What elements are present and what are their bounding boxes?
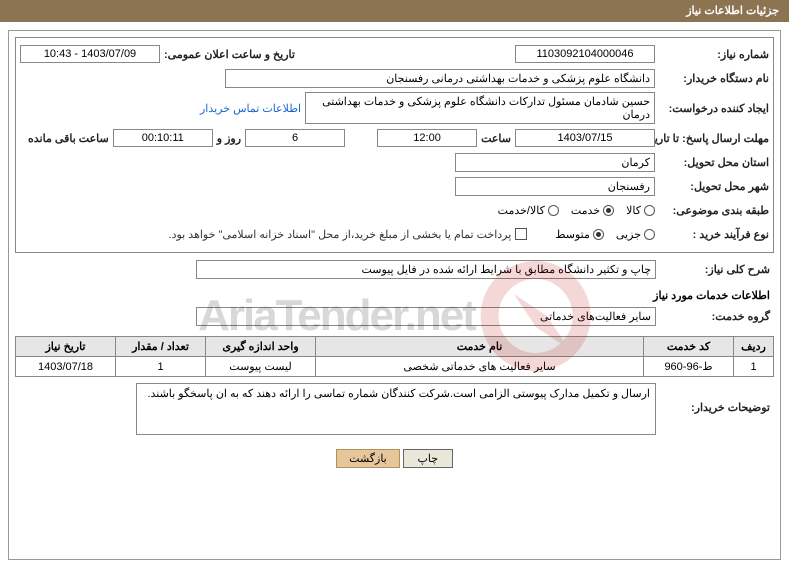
- label-province: استان محل تحویل:: [659, 156, 769, 169]
- cell-code: ط-96-960: [644, 357, 734, 377]
- page-title: جزئیات اطلاعات نیاز: [686, 5, 779, 17]
- process-radio-group: جزیی متوسط: [555, 228, 655, 241]
- label-requester: ایجاد کننده درخواست:: [659, 102, 769, 115]
- table-header-row: ردیف کد خدمت نام خدمت واحد اندازه گیری ت…: [16, 337, 774, 357]
- back-button[interactable]: بازگشت: [336, 449, 400, 468]
- page-container: جزئیات اطلاعات نیاز AriaTender.net شماره…: [0, 0, 789, 566]
- value-deadline-time: 12:00: [377, 129, 477, 147]
- cell-qty: 1: [116, 357, 206, 377]
- value-service-group: سایر فعالیت‌های خدماتی: [196, 307, 656, 326]
- value-requester: حسین شادمان مسئول تدارکات دانشگاه علوم پ…: [305, 92, 655, 124]
- category-radio-group: کالا خدمت کالا/خدمت: [498, 204, 655, 217]
- col-code: کد خدمت: [644, 337, 734, 357]
- service-group-section: گروه خدمت: سایر فعالیت‌های خدماتی: [15, 304, 774, 332]
- cell-unit: لیست پیوست: [206, 357, 316, 377]
- label-buyer-notes: توضیحات خریدار:: [660, 383, 770, 414]
- label-announce-datetime: تاریخ و ساعت اعلان عمومی:: [164, 48, 295, 61]
- value-city: رفسنجان: [455, 177, 655, 196]
- label-city: شهر محل تحویل:: [659, 180, 769, 193]
- title-needed-services: اطلاعات خدمات مورد نیاز: [19, 289, 770, 302]
- label-buyer-org: نام دستگاه خریدار:: [659, 72, 769, 85]
- value-buyer-org: دانشگاه علوم پزشکی و خدمات بهداشتی درمان…: [225, 69, 655, 88]
- cell-date: 1403/07/18: [16, 357, 116, 377]
- label-need-number: شماره نیاز:: [659, 48, 769, 61]
- cell-name: سایر فعالیت های خدماتی شخصی: [316, 357, 644, 377]
- radio-partial[interactable]: جزیی: [616, 228, 655, 241]
- value-general-desc: چاپ و تکثیر دانشگاه مطابق با شرایط ارائه…: [196, 260, 656, 279]
- label-service-group: گروه خدمت:: [660, 310, 770, 323]
- service-table-wrap: ردیف کد خدمت نام خدمت واحد اندازه گیری ت…: [15, 336, 774, 377]
- label-deadline: مهلت ارسال پاسخ: تا تاریخ:: [659, 132, 769, 145]
- value-time-left: 00:10:11: [113, 129, 213, 147]
- col-qty: تعداد / مقدار: [116, 337, 206, 357]
- col-row: ردیف: [734, 337, 774, 357]
- cell-row: 1: [734, 357, 774, 377]
- radio-medium[interactable]: متوسط: [555, 228, 604, 241]
- label-general-desc: شرح کلی نیاز:: [660, 263, 770, 276]
- label-process: نوع فرآیند خرید :: [659, 228, 769, 241]
- label-days-and: روز و: [217, 132, 241, 145]
- label-category: طبقه بندی موضوعی:: [659, 204, 769, 217]
- details-section: شماره نیاز: 1103092104000046 تاریخ و ساع…: [15, 37, 774, 253]
- col-date: تاریخ نیاز: [16, 337, 116, 357]
- col-name: نام خدمت: [316, 337, 644, 357]
- radio-goods-label: کالا: [626, 204, 641, 217]
- value-province: کرمان: [455, 153, 655, 172]
- col-unit: واحد اندازه گیری: [206, 337, 316, 357]
- radio-service-label: خدمت: [571, 204, 600, 217]
- radio-medium-label: متوسط: [555, 228, 590, 241]
- value-need-number: 1103092104000046: [515, 45, 655, 63]
- value-deadline-date: 1403/07/15: [515, 129, 655, 147]
- general-desc-section: شرح کلی نیاز: چاپ و تکثیر دانشگاه مطابق …: [15, 257, 774, 285]
- value-buyer-notes: ارسال و تکمیل مدارک پیوستی الزامی است.شر…: [136, 383, 656, 435]
- radio-goods-service-label: کالا/خدمت: [498, 204, 545, 217]
- radio-goods[interactable]: کالا: [626, 204, 655, 217]
- checkbox-treasury[interactable]: [515, 228, 527, 240]
- link-buyer-contact[interactable]: اطلاعات تماس خریدار: [200, 102, 301, 115]
- print-button[interactable]: چاپ: [403, 449, 453, 468]
- treasury-note: پرداخت تمام یا بخشی از مبلغ خرید،از محل …: [169, 228, 512, 241]
- buyer-notes-section: توضیحات خریدار: ارسال و تکمیل مدارک پیوس…: [15, 381, 774, 441]
- table-row: 1 ط-96-960 سایر فعالیت های خدماتی شخصی ل…: [16, 357, 774, 377]
- button-row: چاپ بازگشت: [9, 449, 780, 468]
- radio-goods-service[interactable]: کالا/خدمت: [498, 204, 559, 217]
- radio-partial-label: جزیی: [616, 228, 641, 241]
- value-days-left: 6: [245, 129, 345, 147]
- label-time-word: ساعت: [481, 132, 511, 145]
- service-table: ردیف کد خدمت نام خدمت واحد اندازه گیری ت…: [15, 336, 774, 377]
- content-area: AriaTender.net شماره نیاز: 1103092104000…: [8, 30, 781, 560]
- radio-service[interactable]: خدمت: [571, 204, 614, 217]
- label-time-remaining: ساعت باقی مانده: [28, 132, 109, 145]
- page-title-bar: جزئیات اطلاعات نیاز: [0, 0, 789, 22]
- value-announce-datetime: 1403/07/09 - 10:43: [20, 45, 160, 63]
